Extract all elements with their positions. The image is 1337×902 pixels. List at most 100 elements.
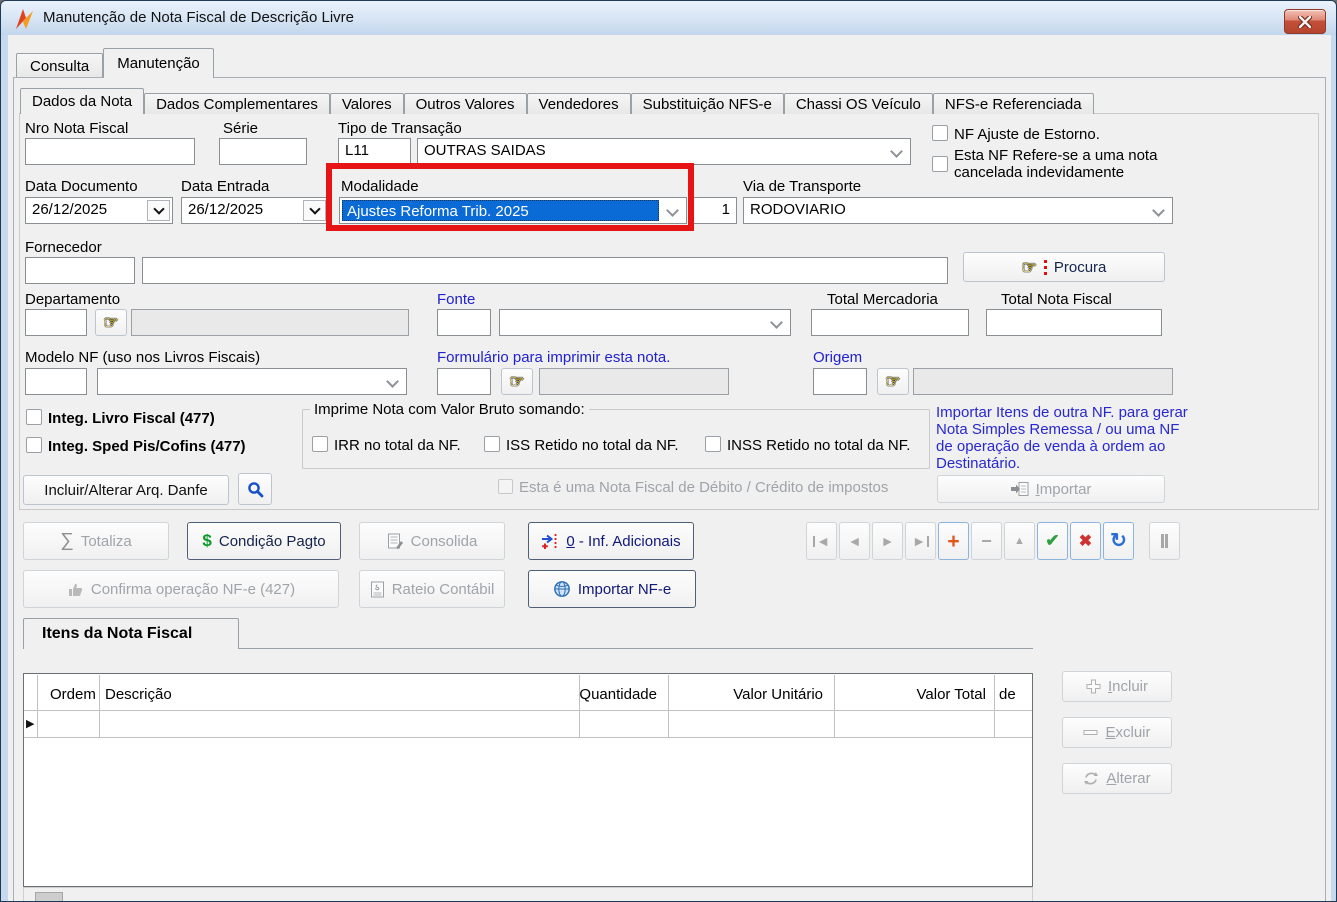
items-grid[interactable]: Ordem Descrição Quantidade Valor Unitári… (23, 673, 1033, 887)
nav-cancel-button[interactable]: ✖ (1070, 522, 1101, 560)
horizontal-scrollbar[interactable] (23, 887, 1033, 901)
inf-adicionais-button[interactable]: 0 - Inf. Adicionais (528, 522, 694, 560)
tab-itens-da-nota-fiscal[interactable]: Itens da Nota Fiscal (23, 618, 239, 649)
irr-checkbox[interactable] (312, 436, 328, 452)
danfe-search-button[interactable] (238, 473, 272, 505)
fonte-code-field[interactable] (437, 309, 491, 336)
modalidade-label: Modalidade (341, 178, 419, 195)
tab-dados-complementares[interactable]: Dados Complementares (144, 93, 330, 114)
column-header-descricao: Descrição (105, 686, 172, 703)
scrollbar-thumb[interactable] (35, 892, 63, 901)
data-documento-field[interactable]: 26/12/2025 (25, 197, 173, 224)
column-header-valor-unitario: Valor Unitário (733, 686, 823, 703)
totaliza-button[interactable]: ∑ Totaliza (23, 522, 169, 560)
fonte-label: Fonte (437, 291, 476, 308)
fornecedor-name-field[interactable] (142, 257, 948, 284)
search-icon (247, 481, 263, 497)
importar-nfe-button[interactable]: Importar NF-e (528, 570, 696, 608)
formulario-lookup-button[interactable]: ☞ (501, 368, 533, 395)
integ-sped-checkbox[interactable] (26, 437, 42, 453)
modalidade-combo[interactable]: Ajustes Reforma Trib. 2025 (339, 197, 687, 224)
first-record-icon: ◄ (816, 533, 830, 549)
via-transporte-code-field[interactable]: 1 (693, 197, 737, 224)
incluir-alterar-danfe-button[interactable]: Incluir/Alterar Arq. Danfe (23, 475, 229, 505)
tab-manutencao[interactable]: Manutenção (103, 48, 214, 78)
tab-nfse-referenciada[interactable]: NFS-e Referenciada (932, 93, 1094, 114)
modalidade-selected-value: Ajustes Reforma Trib. 2025 (342, 200, 659, 221)
nf-ajuste-estorno-checkbox[interactable] (932, 125, 948, 141)
nav-post-button[interactable]: ✔ (1037, 522, 1068, 560)
data-entrada-field[interactable]: 26/12/2025 (181, 197, 329, 224)
import-document-icon (1010, 482, 1029, 496)
nav-last-button[interactable]: ► (905, 522, 936, 560)
nro-nota-fiscal-field[interactable] (25, 138, 195, 165)
departamento-code-field[interactable] (25, 309, 87, 336)
rateio-contabil-button[interactable]: Rateio Contábil (359, 570, 505, 608)
modelo-nf-combo[interactable] (97, 368, 407, 395)
iss-retido-checkbox[interactable] (484, 436, 500, 452)
tab-outros-valores[interactable]: Outros Valores (403, 93, 527, 114)
origem-lookup-button[interactable]: ☞ (877, 368, 909, 395)
nav-next-button[interactable]: ► (872, 522, 903, 560)
hand-pointer-icon: ☞ (509, 372, 525, 391)
sub-tab-bar: Dados da Nota Dados Complementares Valor… (20, 88, 1094, 114)
nav-edit-button[interactable]: ▲ (1004, 522, 1035, 560)
chevron-down-icon (308, 202, 321, 215)
origem-code-field[interactable] (813, 368, 867, 395)
cancel-record-icon: ✖ (1078, 533, 1093, 550)
nav-prior-button[interactable]: ◄ (839, 522, 870, 560)
integ-sped-label: Integ. Sped Pis/Cofins (477) (48, 438, 246, 455)
excluir-item-button[interactable]: Excluir (1062, 717, 1172, 748)
condicao-pagto-button[interactable]: $ Condição Pagto (187, 522, 341, 560)
nota-debito-checkbox[interactable] (498, 479, 513, 494)
delete-record-icon: − (981, 530, 992, 551)
nav-refresh-button[interactable]: ↻ (1103, 522, 1134, 560)
tipo-transacao-code-field[interactable]: L11 (338, 138, 411, 165)
serie-field[interactable] (219, 138, 307, 165)
bookmark-button[interactable] (1149, 522, 1180, 560)
tab-vendedores[interactable]: Vendedores (526, 93, 631, 114)
tipo-transacao-combo[interactable]: OUTRAS SAIDAS (417, 138, 911, 165)
tab-chassi-os-veiculo[interactable]: Chassi OS Veículo (783, 93, 933, 114)
nf-cancelada-checkbox[interactable] (932, 156, 948, 172)
close-button[interactable] (1284, 9, 1326, 34)
departamento-lookup-button[interactable]: ☞ (95, 309, 127, 336)
total-nota-fiscal-label: Total Nota Fiscal (1001, 291, 1112, 308)
app-logo-icon (16, 9, 33, 29)
alterar-item-button[interactable]: Alterar (1062, 763, 1172, 794)
edit-record-icon: ▲ (1014, 535, 1025, 547)
tab-dados-da-nota[interactable]: Dados da Nota (20, 88, 145, 114)
total-nota-fiscal-field[interactable] (986, 309, 1162, 336)
imprime-nota-group-title: Imprime Nota com Valor Bruto somando: (310, 401, 589, 418)
chevron-down-icon (386, 375, 399, 388)
via-transporte-combo[interactable]: RODOVIARIO (743, 197, 1173, 224)
tab-substituicao-nfse[interactable]: Substituição NFS-e (630, 93, 784, 114)
procura-button[interactable]: ☞ Procura (963, 252, 1165, 282)
consolidate-document-icon (387, 533, 403, 549)
bars-icon (1161, 534, 1164, 548)
incluir-item-button[interactable]: Incluir (1062, 671, 1172, 702)
nav-delete-button[interactable]: − (971, 522, 1002, 560)
confirma-nfe-button[interactable]: Confirma operação NF-e (427) (23, 570, 339, 608)
modelo-nf-code-field[interactable] (25, 368, 87, 395)
data-documento-label: Data Documento (25, 178, 138, 195)
date-dropdown-button[interactable] (147, 200, 170, 221)
importar-button[interactable]: Importar (937, 475, 1165, 503)
tab-consulta[interactable]: Consulta (16, 53, 104, 78)
fornecedor-code-field[interactable] (25, 257, 135, 284)
nav-first-button[interactable]: ◄ (806, 522, 837, 560)
integ-livro-fiscal-checkbox[interactable] (26, 409, 42, 425)
grid-empty-row[interactable] (38, 711, 1033, 737)
hand-pointer-icon: ☞ (885, 372, 901, 391)
formulario-code-field[interactable] (437, 368, 491, 395)
total-mercadoria-field[interactable] (811, 309, 969, 336)
titlebar: Manutenção de Nota Fiscal de Descrição L… (1, 1, 1336, 35)
consolida-button[interactable]: Consolida (359, 522, 505, 560)
nf-ajuste-estorno-label: NF Ajuste de Estorno. (954, 126, 1100, 143)
date-dropdown-button[interactable] (303, 200, 326, 221)
tab-valores[interactable]: Valores (329, 93, 404, 114)
nf-cancelada-label-line1: Esta NF Refere-se a uma nota (954, 147, 1158, 164)
nav-insert-button[interactable]: + (938, 522, 969, 560)
inss-retido-checkbox[interactable] (705, 436, 721, 452)
fonte-combo[interactable] (499, 309, 791, 336)
